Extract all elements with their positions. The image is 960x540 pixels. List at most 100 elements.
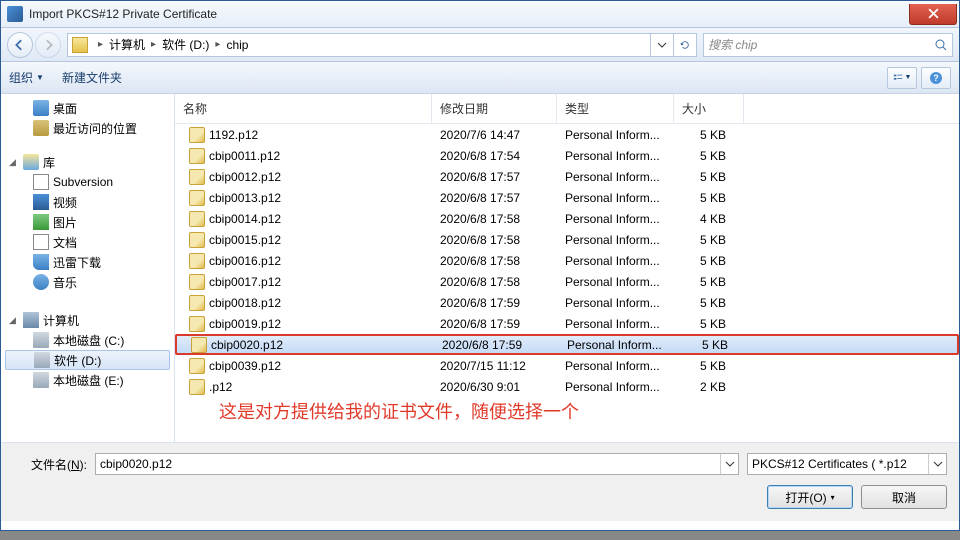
download-icon: [33, 254, 49, 270]
file-type: Personal Inform...: [559, 338, 676, 352]
certificate-icon: [189, 211, 205, 227]
certificate-icon: [189, 295, 205, 311]
col-name[interactable]: 名称: [175, 94, 432, 123]
file-row[interactable]: cbip0018.p122020/6/8 17:59Personal Infor…: [175, 292, 959, 313]
sidebar-recent[interactable]: 最近访问的位置: [1, 118, 174, 138]
file-name: cbip0011.p12: [209, 149, 280, 163]
certificate-icon: [189, 379, 205, 395]
search-placeholder: 搜索 chip: [708, 36, 757, 53]
file-name: cbip0020.p12: [211, 338, 283, 352]
file-size: 5 KB: [676, 338, 746, 352]
file-name: cbip0013.p12: [209, 191, 281, 205]
file-type: Personal Inform...: [557, 380, 674, 394]
file-size: 4 KB: [674, 212, 744, 226]
file-type: Personal Inform...: [557, 128, 674, 142]
col-size[interactable]: 大小: [674, 94, 744, 123]
refresh-icon: [680, 40, 690, 50]
sidebar-computer[interactable]: ◢计算机: [1, 310, 174, 330]
open-button[interactable]: 打开(O)▾: [767, 485, 853, 509]
search-input[interactable]: 搜索 chip: [703, 33, 953, 57]
cancel-button[interactable]: 取消: [861, 485, 947, 509]
sidebar-videos[interactable]: 视频: [1, 192, 174, 212]
file-date: 2020/6/8 17:54: [432, 149, 557, 163]
breadcrumb-drive[interactable]: 软件 (D:): [162, 36, 209, 53]
new-folder-button[interactable]: 新建文件夹: [62, 69, 122, 86]
file-name: cbip0017.p12: [209, 275, 281, 289]
filter-dropdown[interactable]: [928, 454, 946, 474]
sidebar-drive-d[interactable]: 软件 (D:): [5, 350, 170, 370]
music-icon: [33, 274, 49, 290]
file-row[interactable]: cbip0011.p12 2020/6/8 17:54Personal Infor…: [175, 145, 959, 166]
file-row[interactable]: 1192.p122020/7/6 14:47Personal Inform...…: [175, 124, 959, 145]
file-name: cbip0014.p12: [209, 212, 281, 226]
certificate-icon: [189, 316, 205, 332]
address-dropdown-button[interactable]: [651, 34, 673, 56]
sidebar-libraries[interactable]: ◢库: [1, 152, 174, 172]
sidebar-drive-e[interactable]: 本地磁盘 (E:): [1, 370, 174, 390]
refresh-button[interactable]: [673, 34, 696, 56]
file-row[interactable]: .p122020/6/30 9:01Personal Inform...2 KB: [175, 376, 959, 397]
recent-icon: [33, 120, 49, 136]
file-row[interactable]: cbip0013.p122020/6/8 17:57Personal Infor…: [175, 187, 959, 208]
breadcrumb-root[interactable]: 计算机: [109, 36, 145, 53]
annotation-text: 这是对方提供给我的证书文件，随便选择一个: [219, 398, 579, 424]
sidebar-subversion[interactable]: Subversion: [1, 172, 174, 192]
file-type: Personal Inform...: [557, 149, 674, 163]
file-date: 2020/6/30 9:01: [432, 380, 557, 394]
app-icon: [7, 6, 23, 22]
bottom-panel: 文件名(N): cbip0020.p12 PKCS#12 Certificate…: [1, 442, 959, 521]
col-date[interactable]: 修改日期: [432, 94, 557, 123]
search-icon: [934, 38, 948, 52]
file-row[interactable]: cbip0039.p12 2020/7/15 11:12Personal Info…: [175, 355, 959, 376]
file-row[interactable]: cbip0017.p12 2020/6/8 17:58Personal Infor…: [175, 271, 959, 292]
sidebar-drive-c[interactable]: 本地磁盘 (C:): [1, 330, 174, 350]
file-row[interactable]: cbip0015.p122020/6/8 17:58Personal Infor…: [175, 229, 959, 250]
file-size: 5 KB: [674, 275, 744, 289]
file-dialog: Import PKCS#12 Private Certificate ▸ 计算机…: [0, 0, 960, 531]
file-size: 5 KB: [674, 128, 744, 142]
file-size: 2 KB: [674, 380, 744, 394]
file-row[interactable]: cbip0019.p122020/6/8 17:59Personal Infor…: [175, 313, 959, 334]
close-button[interactable]: [909, 4, 957, 25]
file-date: 2020/7/15 11:12: [432, 359, 557, 373]
titlebar[interactable]: Import PKCS#12 Private Certificate: [1, 1, 959, 28]
sidebar-pictures[interactable]: 图片: [1, 212, 174, 232]
filename-input[interactable]: cbip0020.p12: [95, 453, 739, 475]
sidebar-documents[interactable]: 文档: [1, 232, 174, 252]
breadcrumb-folder[interactable]: chip: [226, 38, 248, 52]
expander-icon[interactable]: ◢: [9, 315, 16, 326]
address-bar[interactable]: ▸ 计算机 ▸ 软件 (D:) ▸ chip: [67, 33, 697, 57]
certificate-icon: [189, 232, 205, 248]
file-type: Personal Inform...: [557, 359, 674, 373]
view-icon: [893, 73, 903, 83]
file-row[interactable]: cbip0012.p122020/6/8 17:57Personal Infor…: [175, 166, 959, 187]
file-type: Personal Inform...: [557, 317, 674, 331]
file-date: 2020/6/8 17:58: [432, 275, 557, 289]
file-type: Personal Inform...: [557, 275, 674, 289]
certificate-icon: [189, 148, 205, 164]
file-name: cbip0039.p12: [209, 359, 281, 373]
file-name: cbip0018.p12: [209, 296, 281, 310]
organize-menu[interactable]: 组织▼: [9, 69, 44, 86]
sidebar-desktop[interactable]: 桌面: [1, 98, 174, 118]
help-button[interactable]: ?: [921, 67, 951, 89]
expander-icon[interactable]: ◢: [9, 157, 16, 168]
arrow-left-icon: [14, 39, 26, 51]
col-type[interactable]: 类型: [557, 94, 674, 123]
file-row[interactable]: cbip0020.p122020/6/8 17:59Personal Infor…: [175, 334, 959, 355]
file-size: 5 KB: [674, 317, 744, 331]
chevron-down-icon: ▼: [36, 73, 44, 82]
sidebar: 桌面 最近访问的位置 ◢库 Subversion 视频 图片 文档 迅雷下载 音…: [1, 94, 175, 442]
filename-dropdown[interactable]: [720, 454, 738, 474]
filter-select[interactable]: PKCS#12 Certificates ( *.p12: [747, 453, 947, 475]
chevron-down-icon: [933, 459, 943, 469]
column-headers[interactable]: 名称 修改日期 类型 大小: [175, 94, 959, 124]
chevron-right-icon: ▸: [151, 39, 156, 50]
file-row[interactable]: cbip0014.p122020/6/8 17:58Personal Infor…: [175, 208, 959, 229]
nav-forward-button[interactable]: [35, 32, 61, 58]
sidebar-music[interactable]: 音乐: [1, 272, 174, 292]
file-row[interactable]: cbip0016.p122020/6/8 17:58Personal Infor…: [175, 250, 959, 271]
sidebar-xunlei[interactable]: 迅雷下载: [1, 252, 174, 272]
nav-back-button[interactable]: [7, 32, 33, 58]
view-options-button[interactable]: ▼: [887, 67, 917, 89]
